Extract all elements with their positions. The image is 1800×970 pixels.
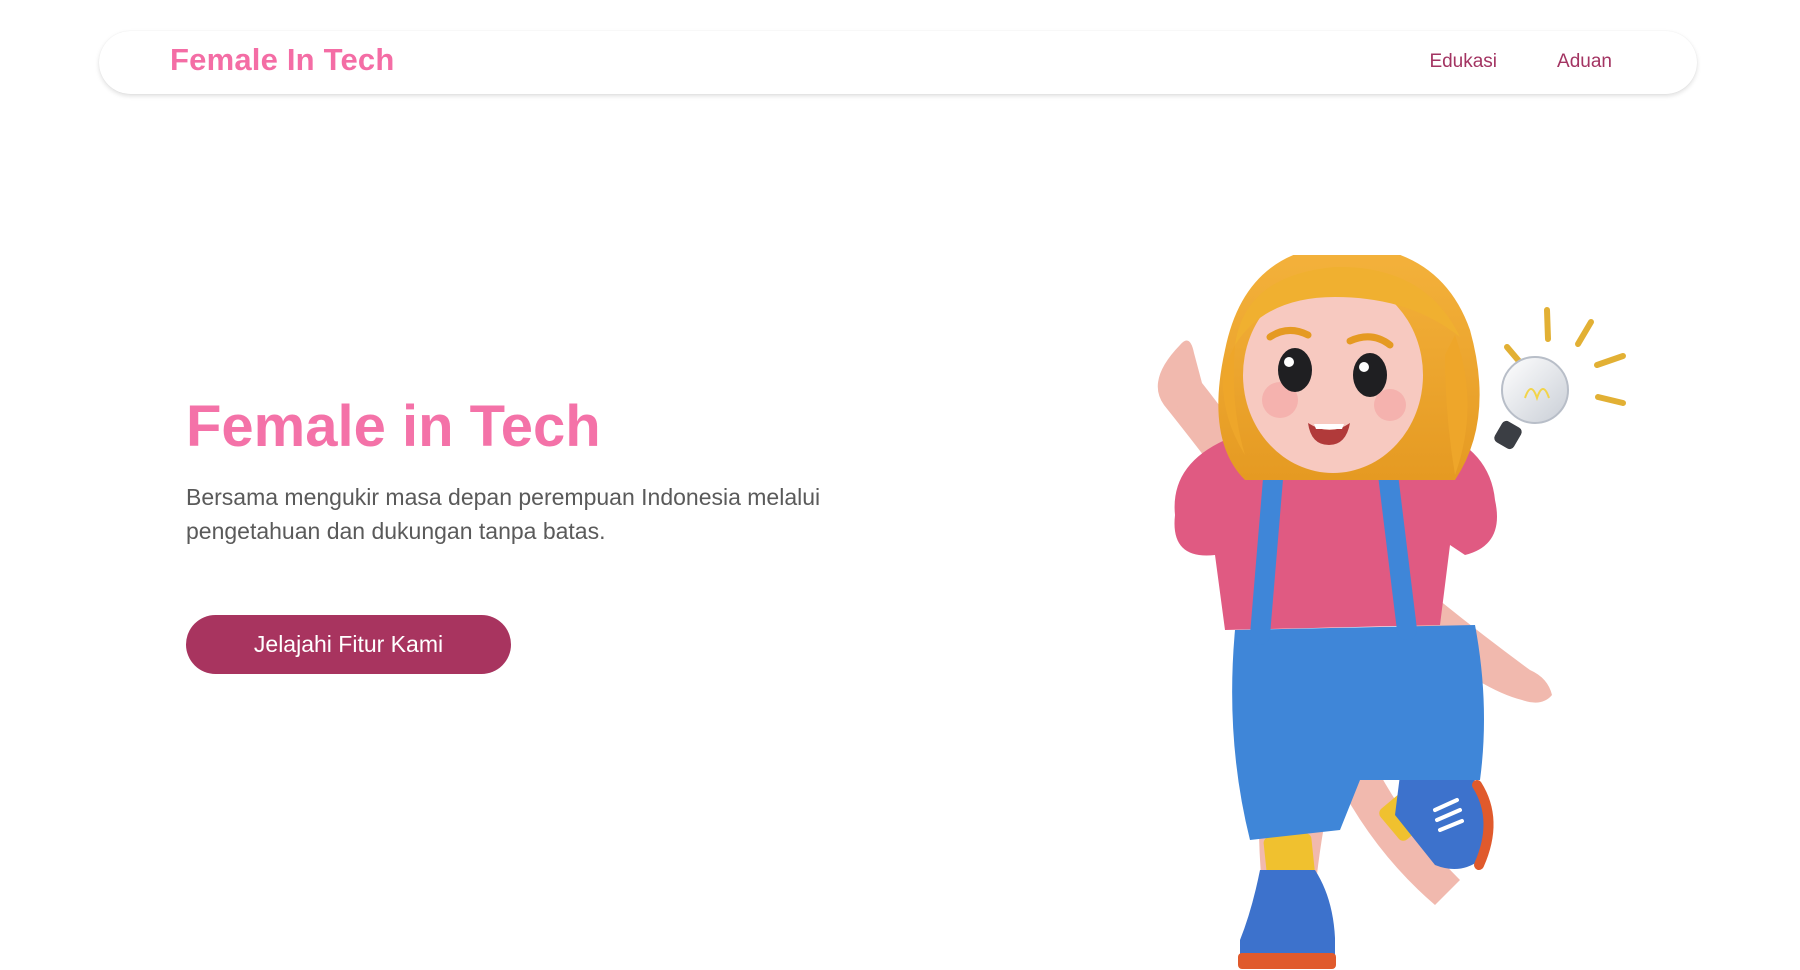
hero-subtitle: Bersama mengukir masa depan perempuan In…	[186, 484, 821, 544]
top-navbar: Female In Tech Edukasi Aduan	[99, 31, 1697, 94]
brand-logo[interactable]: Female In Tech	[170, 42, 394, 78]
explore-features-button[interactable]: Jelajahi Fitur Kami	[186, 615, 511, 674]
nav-links: Edukasi Aduan	[1429, 51, 1612, 73]
nav-link-edukasi[interactable]: Edukasi	[1429, 51, 1497, 73]
hero-girl-illustration	[1157, 255, 1626, 969]
hero-title: Female in Tech	[186, 394, 601, 459]
nav-link-aduan[interactable]: Aduan	[1557, 51, 1612, 73]
lightbulb-icon	[1494, 307, 1626, 450]
